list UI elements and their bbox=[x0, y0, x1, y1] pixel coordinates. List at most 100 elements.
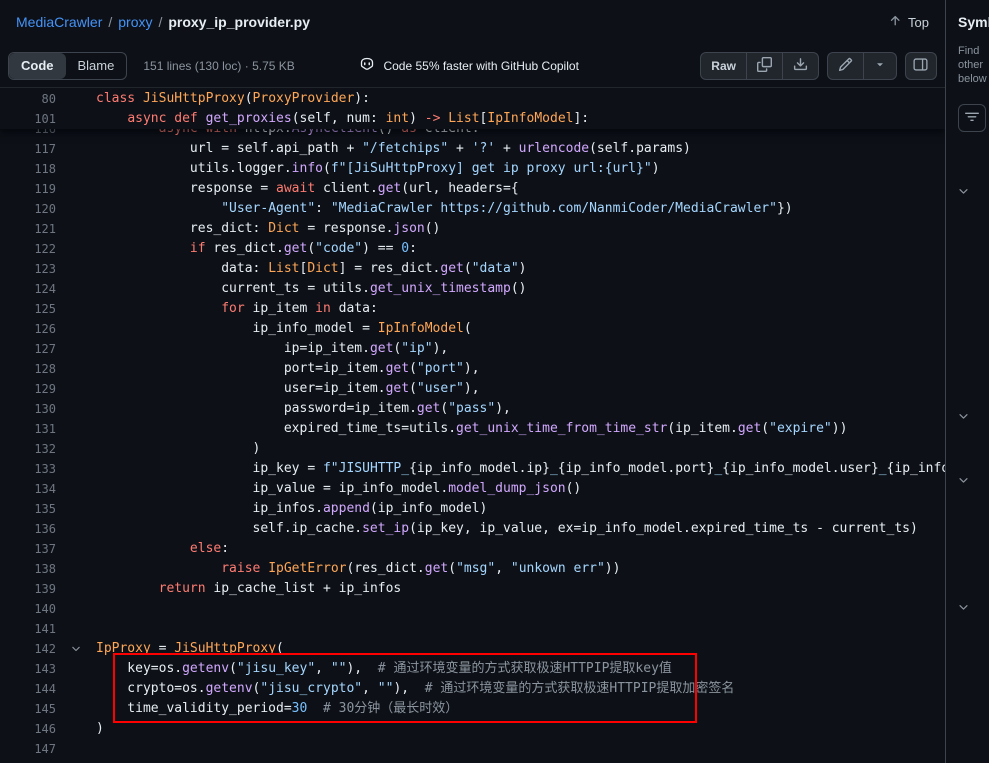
gutter bbox=[56, 159, 96, 179]
symbols-filter-button[interactable] bbox=[958, 104, 986, 132]
line-number[interactable]: 80 bbox=[0, 89, 56, 109]
code-line: 80class JiSuHttpProxy(ProxyProvider): bbox=[0, 89, 945, 109]
line-number[interactable]: 128 bbox=[0, 359, 56, 379]
line-number[interactable]: 123 bbox=[0, 259, 56, 279]
line-number[interactable]: 146 bbox=[0, 719, 56, 739]
raw-button[interactable]: Raw bbox=[701, 53, 746, 79]
line-number[interactable]: 126 bbox=[0, 319, 56, 339]
gutter bbox=[56, 379, 96, 399]
symbol-group-chevron-icon[interactable] bbox=[957, 601, 970, 619]
line-number[interactable]: 142 bbox=[0, 639, 56, 659]
edit-file-button[interactable] bbox=[828, 53, 863, 79]
breadcrumb-repo-link[interactable]: MediaCrawler bbox=[16, 14, 102, 30]
line-number[interactable]: 141 bbox=[0, 619, 56, 639]
tab-code[interactable]: Code bbox=[9, 53, 66, 79]
toolbar-actions: Raw bbox=[700, 52, 937, 80]
collapse-chevron-icon[interactable] bbox=[56, 639, 96, 659]
gutter bbox=[56, 279, 96, 299]
line-number[interactable]: 131 bbox=[0, 419, 56, 439]
gutter bbox=[56, 719, 96, 739]
code-line: 129 user=ip_item.get("user"), bbox=[0, 379, 945, 399]
code-text: ip_key = f"JISUHTTP_{ip_info_model.ip}_{… bbox=[96, 459, 945, 479]
gutter bbox=[56, 319, 96, 339]
line-number[interactable]: 132 bbox=[0, 439, 56, 459]
line-number[interactable]: 117 bbox=[0, 139, 56, 159]
code-text bbox=[96, 599, 945, 619]
code-text: "User-Agent": "MediaCrawler https://gith… bbox=[96, 199, 945, 219]
code-line: 142IpProxy = JiSuHttpProxy( bbox=[0, 639, 945, 659]
code-text: data: List[Dict] = res_dict.get("data") bbox=[96, 259, 945, 279]
gutter bbox=[56, 139, 96, 159]
code-text: expired_time_ts=utils.get_unix_time_from… bbox=[96, 419, 945, 439]
code-text: for ip_item in data: bbox=[96, 299, 945, 319]
raw-actions-group: Raw bbox=[700, 52, 819, 80]
gutter bbox=[56, 619, 96, 639]
code-line: 141 bbox=[0, 619, 945, 639]
code-text: else: bbox=[96, 539, 945, 559]
line-number[interactable]: 119 bbox=[0, 179, 56, 199]
symbols-panel: Symbols Find other below bbox=[945, 0, 989, 763]
code-line: 119 response = await client.get(url, hea… bbox=[0, 179, 945, 199]
code-text: ip_value = ip_info_model.model_dump_json… bbox=[96, 479, 945, 499]
code-line: 117 url = self.api_path + "/fetchips" + … bbox=[0, 139, 945, 159]
code-line: 146) bbox=[0, 719, 945, 739]
symbol-group-chevron-icon[interactable] bbox=[957, 410, 970, 428]
breadcrumb-separator: / bbox=[108, 14, 112, 30]
edit-group bbox=[827, 52, 897, 80]
gutter bbox=[56, 259, 96, 279]
symbol-group-chevron-icon[interactable] bbox=[957, 185, 970, 203]
gutter bbox=[56, 439, 96, 459]
code-line: 121 res_dict: Dict = response.json() bbox=[0, 219, 945, 239]
line-number[interactable]: 129 bbox=[0, 379, 56, 399]
line-number[interactable]: 120 bbox=[0, 199, 56, 219]
code-text: ip_info_model = IpInfoModel( bbox=[96, 319, 945, 339]
symbols-panel-title: Symbols bbox=[958, 14, 989, 30]
line-number[interactable]: 143 bbox=[0, 659, 56, 679]
code-text: crypto=os.getenv("jisu_crypto", ""), # 通… bbox=[96, 679, 945, 699]
code-text: response = await client.get(url, headers… bbox=[96, 179, 945, 199]
breadcrumb-file-name: proxy_ip_provider.py bbox=[168, 14, 310, 30]
gutter bbox=[56, 499, 96, 519]
code-text: current_ts = utils.get_unix_timestamp() bbox=[96, 279, 945, 299]
gutter bbox=[56, 539, 96, 559]
code-text: user=ip_item.get("user"), bbox=[96, 379, 945, 399]
filter-icon bbox=[965, 110, 979, 127]
line-number[interactable]: 124 bbox=[0, 279, 56, 299]
gutter bbox=[56, 679, 96, 699]
copy-raw-button[interactable] bbox=[746, 53, 782, 79]
download-icon bbox=[793, 57, 808, 75]
symbols-panel-toggle-button[interactable] bbox=[905, 52, 937, 80]
code-line: 120 "User-Agent": "MediaCrawler https://… bbox=[0, 199, 945, 219]
line-number[interactable]: 147 bbox=[0, 739, 56, 759]
line-number[interactable]: 137 bbox=[0, 539, 56, 559]
line-number[interactable]: 101 bbox=[0, 109, 56, 129]
line-number[interactable]: 145 bbox=[0, 699, 56, 719]
code-text: ) bbox=[96, 439, 945, 459]
line-number[interactable]: 140 bbox=[0, 599, 56, 619]
line-number[interactable]: 136 bbox=[0, 519, 56, 539]
line-number[interactable]: 127 bbox=[0, 339, 56, 359]
code-text: raise IpGetError(res_dict.get("msg", "un… bbox=[96, 559, 945, 579]
line-number[interactable]: 134 bbox=[0, 479, 56, 499]
github-code-view: MediaCrawler / proxy / proxy_ip_provider… bbox=[0, 0, 989, 763]
line-number[interactable]: 118 bbox=[0, 159, 56, 179]
symbol-group-chevron-icon[interactable] bbox=[957, 474, 970, 492]
gutter bbox=[56, 109, 96, 129]
line-number[interactable]: 130 bbox=[0, 399, 56, 419]
line-number[interactable]: 125 bbox=[0, 299, 56, 319]
code-line: 128 port=ip_item.get("port"), bbox=[0, 359, 945, 379]
line-number[interactable]: 122 bbox=[0, 239, 56, 259]
code-text: return ip_cache_list + ip_infos bbox=[96, 579, 945, 599]
edit-dropdown-button[interactable] bbox=[863, 53, 896, 79]
line-number[interactable]: 138 bbox=[0, 559, 56, 579]
line-number[interactable]: 144 bbox=[0, 679, 56, 699]
line-number[interactable]: 121 bbox=[0, 219, 56, 239]
back-to-top-link[interactable]: Top bbox=[888, 14, 929, 31]
line-number[interactable]: 135 bbox=[0, 499, 56, 519]
tab-blame[interactable]: Blame bbox=[66, 53, 127, 79]
breadcrumb-folder-link[interactable]: proxy bbox=[118, 14, 152, 30]
download-raw-button[interactable] bbox=[782, 53, 818, 79]
line-number[interactable]: 133 bbox=[0, 459, 56, 479]
line-number[interactable]: 139 bbox=[0, 579, 56, 599]
code-line: 145 time_validity_period=30 # 30分钟（最长时效） bbox=[0, 699, 945, 719]
